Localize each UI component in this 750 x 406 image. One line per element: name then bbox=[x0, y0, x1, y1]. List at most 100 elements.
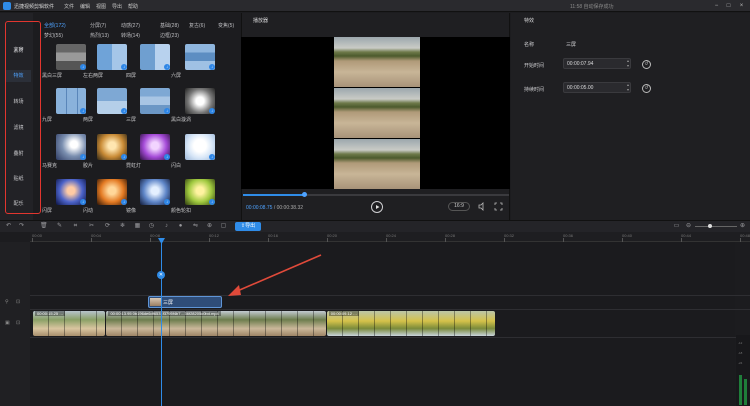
clip-frame bbox=[422, 311, 439, 336]
effect-label: 闪屏 bbox=[42, 208, 53, 214]
tab-dynamic[interactable]: 动感(27) bbox=[121, 22, 140, 29]
record-icon[interactable]: ● bbox=[177, 223, 184, 230]
duration-value: 00:00:05.00 bbox=[567, 85, 594, 91]
speed-icon[interactable]: ◷ bbox=[148, 223, 155, 230]
split-icon[interactable]: ✂ bbox=[88, 223, 95, 230]
download-icon[interactable]: ↓ bbox=[209, 108, 215, 114]
tab-dreamy[interactable]: 梦幻(55) bbox=[44, 32, 63, 39]
download-icon[interactable]: ↓ bbox=[121, 108, 127, 114]
tab-all[interactable]: 全部(172) bbox=[44, 22, 66, 29]
reset-duration-icon[interactable]: ↺ bbox=[642, 84, 651, 93]
download-icon[interactable]: ↓ bbox=[121, 64, 127, 70]
clip-frame bbox=[486, 311, 496, 336]
download-icon[interactable]: ↓ bbox=[80, 108, 86, 114]
zoom-knob[interactable] bbox=[708, 224, 712, 228]
menu-view[interactable]: 视图 bbox=[96, 3, 106, 10]
fx-track-lock-icon[interactable]: ⊡ bbox=[16, 299, 20, 305]
ruler-tick-label: 00:04 bbox=[91, 233, 102, 238]
zoom-in-icon[interactable]: ⊕ bbox=[739, 223, 746, 230]
download-icon[interactable]: ↓ bbox=[121, 199, 127, 205]
tab-zoom[interactable]: 变焦(5) bbox=[218, 22, 234, 29]
annotation-arrow bbox=[228, 254, 322, 296]
fit-icon[interactable]: ▭ bbox=[673, 223, 680, 230]
tab-border[interactable]: 边框(23) bbox=[160, 32, 179, 39]
minimize-button[interactable]: − bbox=[712, 2, 721, 10]
menu-edit[interactable]: 编辑 bbox=[80, 3, 90, 10]
mosaic-icon[interactable]: ▦ bbox=[134, 223, 141, 230]
menu-file[interactable]: 文件 bbox=[64, 3, 74, 10]
video-clip[interactable]: 00:00:13.95 0b196de6df6531f3795f4b7…36f2… bbox=[106, 311, 326, 336]
mask-icon[interactable]: ▢ bbox=[220, 223, 227, 230]
zoom-out-icon[interactable]: ⊖ bbox=[685, 223, 692, 230]
effect-label: 闪白 bbox=[171, 163, 182, 169]
effect-label: 闪动 bbox=[83, 208, 94, 214]
tab-retro[interactable]: 复古(6) bbox=[189, 22, 205, 29]
download-icon[interactable]: ↓ bbox=[164, 199, 170, 205]
video-clip[interactable]: 00:00:09.12 … bbox=[326, 311, 496, 336]
ruler-tick bbox=[740, 238, 741, 242]
download-icon[interactable]: ↓ bbox=[164, 64, 170, 70]
ruler-tick-label: 00:36 bbox=[563, 233, 574, 238]
flip-icon[interactable]: ⇋ bbox=[192, 223, 199, 230]
zoom-icon[interactable]: ⊕ bbox=[206, 223, 213, 230]
preview-tile bbox=[334, 88, 420, 138]
export-button[interactable]: ⇪导出 bbox=[235, 222, 261, 231]
volume-icon[interactable] bbox=[478, 202, 487, 211]
ruler-tick-label: 00:24 bbox=[386, 233, 397, 238]
edit-icon[interactable]: ✎ bbox=[56, 223, 63, 230]
playhead-marker-icon[interactable]: ✕ bbox=[157, 271, 165, 279]
reset-start-icon[interactable]: ↺ bbox=[642, 60, 651, 69]
clip-frame bbox=[266, 311, 283, 336]
time-readout: 00:00:08.75 / 00:00:38.32 bbox=[246, 205, 303, 211]
download-icon[interactable]: ↓ bbox=[164, 154, 170, 160]
effect-label: 三屏 bbox=[126, 117, 137, 123]
download-icon[interactable]: ↓ bbox=[164, 108, 170, 114]
ruler-tick-label: 00:12 bbox=[209, 233, 220, 238]
effect-clip-label: 三屏 bbox=[163, 300, 174, 306]
duration-stepper[interactable]: ▴ ▾ bbox=[627, 82, 629, 92]
tab-hot[interactable]: 热烈(13) bbox=[90, 32, 109, 39]
clip-frame bbox=[218, 311, 235, 336]
download-icon[interactable]: ↓ bbox=[80, 64, 86, 70]
zoom-slider[interactable] bbox=[695, 226, 737, 227]
menu-export[interactable]: 导出 bbox=[112, 3, 122, 10]
tab-split[interactable]: 分屏(7) bbox=[90, 22, 106, 29]
undo-icon[interactable]: ↶ bbox=[5, 223, 12, 230]
start-time-stepper[interactable]: ▴ ▾ bbox=[627, 58, 629, 68]
effect-label: 黑白三屏 bbox=[42, 73, 63, 79]
delete-icon[interactable]: 🗑 bbox=[40, 223, 48, 230]
download-icon[interactable]: ↓ bbox=[80, 199, 86, 205]
fullscreen-icon[interactable] bbox=[494, 202, 503, 211]
name-label: 名称 bbox=[524, 42, 535, 48]
clip-frame bbox=[390, 311, 407, 336]
download-icon[interactable]: ↓ bbox=[80, 154, 86, 160]
play-button[interactable] bbox=[371, 201, 383, 213]
aspect-ratio-select[interactable]: 16:9 bbox=[448, 202, 470, 211]
menu-help[interactable]: 帮助 bbox=[128, 3, 138, 10]
playhead-line[interactable] bbox=[161, 238, 162, 406]
maximize-button[interactable]: □ bbox=[724, 2, 733, 10]
app-logo-icon bbox=[3, 2, 11, 10]
rotate-icon[interactable]: ⟳ bbox=[104, 223, 111, 230]
clip-frame bbox=[81, 311, 97, 336]
timeline-ruler[interactable]: 00:00 00:04 00:08 00:12 00:16 00:20 00:24 00:28… bbox=[30, 232, 750, 242]
ruler-tick-label: 00:20 bbox=[327, 233, 338, 238]
video-clip[interactable]: 00:00:15.25 … bbox=[33, 311, 106, 336]
download-icon[interactable]: ↓ bbox=[209, 64, 215, 70]
ruler-tick-label: 00:08 bbox=[150, 233, 161, 238]
audio-icon[interactable]: ♪ bbox=[163, 223, 170, 230]
download-icon[interactable]: ↓ bbox=[209, 154, 215, 160]
meter-label: -24 bbox=[738, 361, 743, 365]
tab-basic[interactable]: 基础(28) bbox=[160, 22, 179, 29]
preview-tile bbox=[334, 37, 420, 87]
video-track-lock-icon[interactable]: ⊡ bbox=[16, 320, 20, 326]
freeze-icon[interactable]: ❄ bbox=[119, 223, 126, 230]
close-button[interactable]: × bbox=[737, 2, 746, 10]
total-time: 00:00:38.32 bbox=[276, 205, 304, 211]
download-icon[interactable]: ↓ bbox=[121, 154, 127, 160]
ruler-tick-label: 00:40 bbox=[622, 233, 633, 238]
crop-icon[interactable]: ⌗ bbox=[72, 223, 79, 230]
download-icon[interactable]: ↓ bbox=[209, 199, 215, 205]
redo-icon[interactable]: ↷ bbox=[18, 223, 25, 230]
tab-transition[interactable]: 转场(14) bbox=[121, 32, 140, 39]
